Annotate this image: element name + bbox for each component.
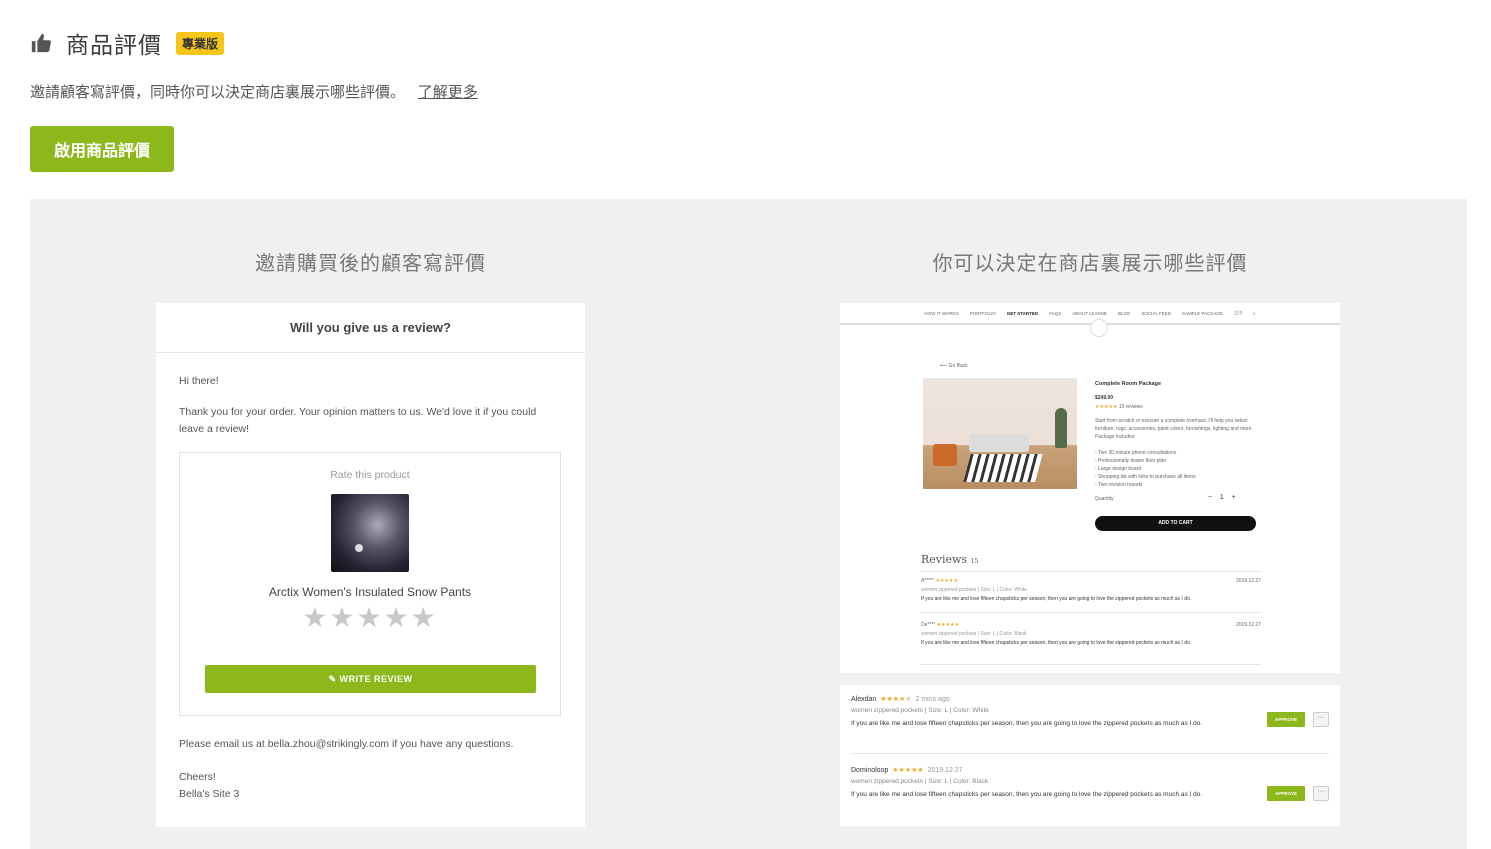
learn-more-link[interactable]: 了解更多 (418, 83, 478, 101)
shop-nav: HOW IT WORKS PORTFOLIO GET STARTED FAQS … (840, 303, 1340, 325)
cart-icon[interactable]: 🛒0 (1234, 310, 1242, 316)
review-meta: women zippered pockets | Size: L | Color… (851, 707, 989, 714)
enable-reviews-button[interactable]: 啟用商品評價 (30, 126, 174, 172)
shop-review-count: 15 reviews (1118, 404, 1143, 410)
reviewer-name: A***** (921, 578, 935, 584)
rate-product-box: Rate this product Arctix Women's Insulat… (179, 452, 561, 716)
approval-header: Dominoloop ★★★★★ 2019.12.27 (851, 766, 1329, 774)
rate-label: Rate this product (330, 469, 410, 481)
review-stars-empty: ★ (905, 696, 912, 703)
right-column-title: 你可以決定在商店裏展示哪些評價 (932, 251, 1248, 275)
review-meta: women zippered pockets | Size: L | Color… (921, 631, 1027, 637)
more-options-icon[interactable]: ··· (1313, 786, 1329, 801)
shop-review: A***** ★★★★★ 2019.12.27 women zippered po… (921, 578, 1261, 602)
bullet-item: - Two 30 minute phone consultations (1095, 450, 1177, 456)
add-to-cart-button[interactable]: ADD TO CART (1095, 516, 1256, 531)
approve-button[interactable]: APPROVE (1267, 786, 1305, 801)
preview-panel: 邀請購買後的顧客寫評價 你可以決定在商店裏展示哪些評價 Will you giv… (30, 199, 1467, 849)
shop-bullets: - Two 30 minute phone consultations - Pr… (1095, 449, 1196, 489)
review-text: If you are like me and lose fifteen chap… (921, 596, 1192, 602)
nav-faqs[interactable]: FAQS (1049, 311, 1061, 316)
approve-button[interactable]: APPROVE (1267, 712, 1305, 727)
review-date: 2019.12.27 (1235, 622, 1261, 628)
shop-product-title: Complete Room Package (1095, 381, 1162, 387)
bullet-item: - Large design board (1095, 466, 1142, 472)
review-email-preview: Will you give us a review? Hi there! Tha… (156, 303, 585, 827)
email-body: Hi there! Thank you for your order. Your… (156, 353, 585, 823)
reviewer-name: Dominoloop (851, 767, 889, 774)
product-name: Arctix Women's Insulated Snow Pants (268, 585, 472, 599)
nav-social-feed[interactable]: SOCIAL FEED (1141, 311, 1171, 316)
left-column-title: 邀請購買後的顧客寫評價 (255, 251, 486, 275)
divider (921, 664, 1261, 665)
shop-product-details: Start from scratch or execute a complete… (1095, 418, 1253, 440)
nav-blog[interactable]: BLOG (1118, 311, 1131, 316)
email-signature: Bella's Site 3 (179, 788, 240, 800)
reviews-title: Reviews (921, 553, 968, 566)
reviewer-name: De**** (921, 622, 936, 628)
reviews-total: 15 (970, 558, 979, 565)
review-text: If you are like me and lose fifteen chap… (851, 720, 1203, 727)
nav-how-it-works[interactable]: HOW IT WORKS (924, 311, 958, 316)
divider (851, 753, 1329, 754)
email-heading: Will you give us a review? (156, 303, 585, 353)
plus-icon[interactable]: + (1232, 494, 1236, 501)
bullet-item: - Two revision rounds (1095, 482, 1143, 488)
shop-product-preview: HOW IT WORKS PORTFOLIO GET STARTED FAQS … (840, 303, 1340, 673)
more-options-icon[interactable]: ··· (1313, 712, 1329, 727)
email-message: Thank you for your order. Your opinion m… (179, 406, 537, 435)
bullet-item: - Shopping list with links to purchase a… (1095, 474, 1196, 480)
review-time: 2 mins ago (915, 696, 950, 703)
page-title: 商品評價 (66, 33, 162, 59)
review-meta: women zippered pockets | Size: L | Color… (921, 587, 1028, 593)
nav-portfolio[interactable]: PORTFOLIO (970, 311, 996, 316)
email-greeting: Hi there! (179, 375, 219, 387)
review-meta: women zippered pockets | Size: L | Color… (851, 778, 989, 785)
review-stars: ★★★★★ (936, 622, 959, 628)
review-date: 2019.12.27 (1235, 578, 1261, 584)
page-header: 商品評價 專業版 (30, 26, 225, 60)
review-stars: ★★★★★ (935, 578, 958, 584)
product-room-image (923, 378, 1077, 489)
quantity-stepper[interactable]: − 1 + (1208, 494, 1236, 501)
approval-header: Alexdan ★★★★★ 2 mins ago (851, 695, 1329, 703)
email-signoff: Cheers! (179, 771, 216, 783)
description: 邀請顧客寫評價，同時你可以決定商店裏展示哪些評價。 了解更多 (30, 81, 478, 102)
email-footer: Please email us at bella.zhou@strikingly… (179, 738, 514, 750)
nav-get-started[interactable]: GET STARTED (1007, 311, 1038, 316)
approval-row: Alexdan ★★★★★ 2 mins ago women zippered … (851, 695, 1329, 730)
shop-review: De**** ★★★★★ 2019.12.27 women zippered po… (921, 622, 1261, 646)
write-review-button[interactable]: ✎ WRITE REVIEW (205, 665, 536, 693)
divider (921, 612, 1261, 613)
shop-product-price: $249.00 (1095, 395, 1114, 401)
pro-badge: 專業版 (176, 31, 225, 55)
nav-sample-package[interactable]: SAMPLE PACKAGE (1182, 311, 1223, 316)
review-time: 2019.12.27 (927, 767, 963, 774)
shop-rating-stars: ★★★★★ (1095, 404, 1118, 410)
shop-logo (1090, 319, 1108, 337)
review-stars: ★★★★ (880, 696, 906, 703)
review-stars: ★★★★★ (892, 767, 924, 774)
quantity-value: 1 (1219, 494, 1224, 501)
reviewer-name: Alexdan (851, 696, 877, 703)
minus-icon[interactable]: − (1208, 494, 1212, 501)
review-approval-list: Alexdan ★★★★★ 2 mins ago women zippered … (840, 685, 1340, 826)
approval-row: Dominoloop ★★★★★ 2019.12.27 women zipper… (851, 766, 1329, 801)
review-text: If you are like me and lose fifteen chap… (921, 640, 1192, 646)
search-icon[interactable]: ⌕ (1253, 311, 1256, 316)
reviews-heading: Reviews 15 (921, 553, 978, 566)
review-text: If you are like me and lose fifteen chap… (851, 791, 1203, 798)
divider (921, 571, 1261, 572)
bullet-item: - Professionally drawn floor plan (1095, 458, 1167, 464)
shop-rating: ★★★★★ 15 reviews (1095, 404, 1143, 410)
thumbs-up-icon (31, 33, 51, 53)
quantity-label: Quantity (1095, 496, 1114, 502)
go-back-link[interactable]: ⟵ Go Back (940, 363, 968, 369)
product-image (331, 494, 409, 572)
rating-stars[interactable]: ★★★★★ (180, 604, 560, 632)
description-text: 邀請顧客寫評價，同時你可以決定商店裏展示哪些評價。 (30, 83, 406, 101)
nav-about[interactable]: ABOUT LEANNE (1072, 311, 1107, 316)
